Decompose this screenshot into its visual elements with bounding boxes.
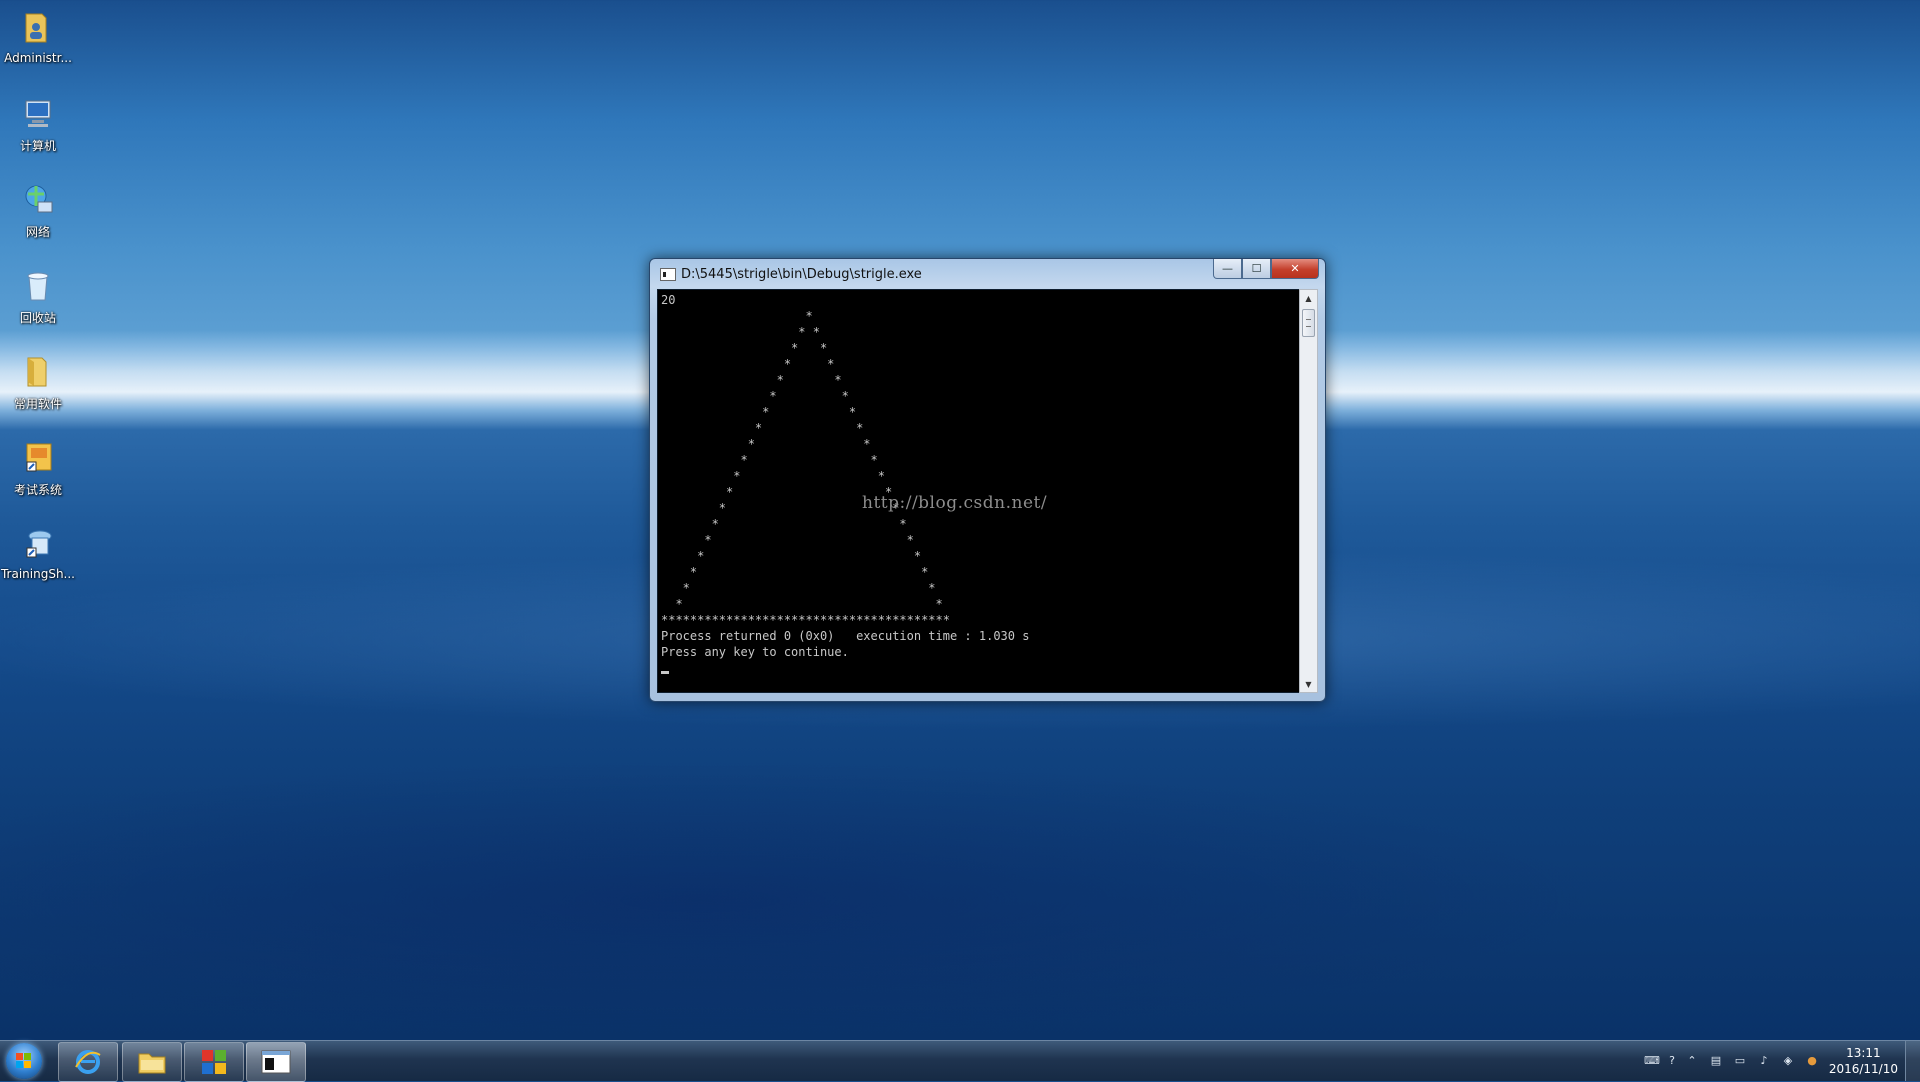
- console-output-area[interactable]: 20 * * * * * * * * * * * * * * * * * * *…: [657, 289, 1300, 693]
- system-clock[interactable]: 13:11 2016/11/10: [1829, 1045, 1898, 1077]
- watermark: http://blog.csdn.net/: [862, 493, 1048, 513]
- scroll-thumb[interactable]: [1302, 309, 1315, 337]
- window-title: D:\5445\strigle\bin\Debug\strigle.exe: [681, 267, 922, 282]
- minimize-button[interactable]: —: [1213, 259, 1242, 279]
- scroll-down-arrow-icon[interactable]: ▼: [1300, 676, 1317, 692]
- taskbar: ⌨ ? ⌃ ▤ ▭ ♪ ◈ ● 13:11 2016/11/10: [0, 1040, 1920, 1082]
- security-icon[interactable]: ◈: [1782, 1055, 1794, 1067]
- desktop-icon-label: TrainingSh...: [0, 567, 75, 581]
- desktop-icon-exam-system[interactable]: 考试系统: [0, 438, 76, 498]
- desktop-icon-label: Administr...: [4, 51, 72, 65]
- start-button[interactable]: [6, 1043, 42, 1079]
- clock-date: 2016/11/10: [1828, 1062, 1898, 1076]
- recycle-bin-icon: [27, 272, 49, 301]
- taskbar-internet-explorer[interactable]: [58, 1042, 118, 1082]
- app-tray-icon[interactable]: ●: [1806, 1055, 1818, 1067]
- volume-icon[interactable]: ♪: [1758, 1055, 1770, 1067]
- console-window[interactable]: D:\5445\strigle\bin\Debug\strigle.exe — …: [649, 258, 1326, 702]
- desktop-icon-network[interactable]: 网络: [0, 180, 76, 240]
- desktop-icon-label: 计算机: [19, 139, 56, 153]
- computer-icon: [25, 100, 51, 127]
- text-cursor: [661, 671, 669, 674]
- title-bar[interactable]: D:\5445\strigle\bin\Debug\strigle.exe — …: [650, 259, 1325, 289]
- desktop-icon-label: 考试系统: [13, 483, 62, 497]
- help-icon[interactable]: ?: [1666, 1055, 1678, 1067]
- user-folder-icon: [25, 13, 47, 43]
- chevron-icon[interactable]: ⌃: [1686, 1055, 1698, 1067]
- taskbar-file-explorer[interactable]: [122, 1042, 182, 1082]
- network-tray-icon[interactable]: ▭: [1734, 1055, 1746, 1067]
- windows-flag-icon: [16, 1053, 32, 1069]
- clock-time: 13:11: [1846, 1046, 1881, 1060]
- desktop-icon-label: 网络: [25, 225, 50, 239]
- close-icon: ✕: [1290, 262, 1300, 275]
- desktop-icon-training[interactable]: TrainingSh...: [0, 524, 76, 581]
- training-shortcut-icon: [26, 530, 52, 558]
- taskbar-office-app[interactable]: [184, 1042, 244, 1082]
- desktop-icon-administrator[interactable]: Administr...: [0, 8, 76, 65]
- console-icon: [261, 1050, 291, 1074]
- desktop-icon-label: 常用软件: [13, 397, 62, 411]
- show-desktop-button[interactable]: [1905, 1041, 1920, 1081]
- desktop-icon-recycle-bin[interactable]: 回收站: [0, 266, 76, 326]
- printer-icon[interactable]: ▤: [1710, 1055, 1722, 1067]
- console-output-text: 20 * * * * * * * * * * * * * * * * * * *…: [661, 293, 1030, 659]
- folder-icon: [27, 357, 47, 387]
- minimize-icon: —: [1222, 262, 1233, 275]
- keyboard-icon[interactable]: ⌨: [1644, 1055, 1660, 1067]
- console-app-icon: [660, 268, 676, 281]
- window-controls: — ☐ ✕: [1213, 259, 1319, 279]
- desktop-icon-computer[interactable]: 计算机: [0, 94, 76, 154]
- desktop-icon-label: 回收站: [19, 311, 56, 325]
- maximize-button[interactable]: ☐: [1242, 259, 1271, 279]
- folder-icon: [138, 1053, 166, 1074]
- maximize-icon: ☐: [1251, 262, 1262, 275]
- close-button[interactable]: ✕: [1271, 259, 1319, 279]
- vertical-scrollbar[interactable]: ▲ ▼: [1299, 289, 1318, 693]
- exam-system-shortcut-icon: [26, 443, 52, 472]
- scroll-up-arrow-icon[interactable]: ▲: [1300, 290, 1317, 306]
- taskbar-console-app[interactable]: [246, 1042, 306, 1082]
- network-icon: [25, 185, 53, 213]
- office-icon: [202, 1050, 226, 1074]
- ie-icon: [75, 1050, 101, 1074]
- desktop-icon-common-software[interactable]: 常用软件: [0, 352, 76, 412]
